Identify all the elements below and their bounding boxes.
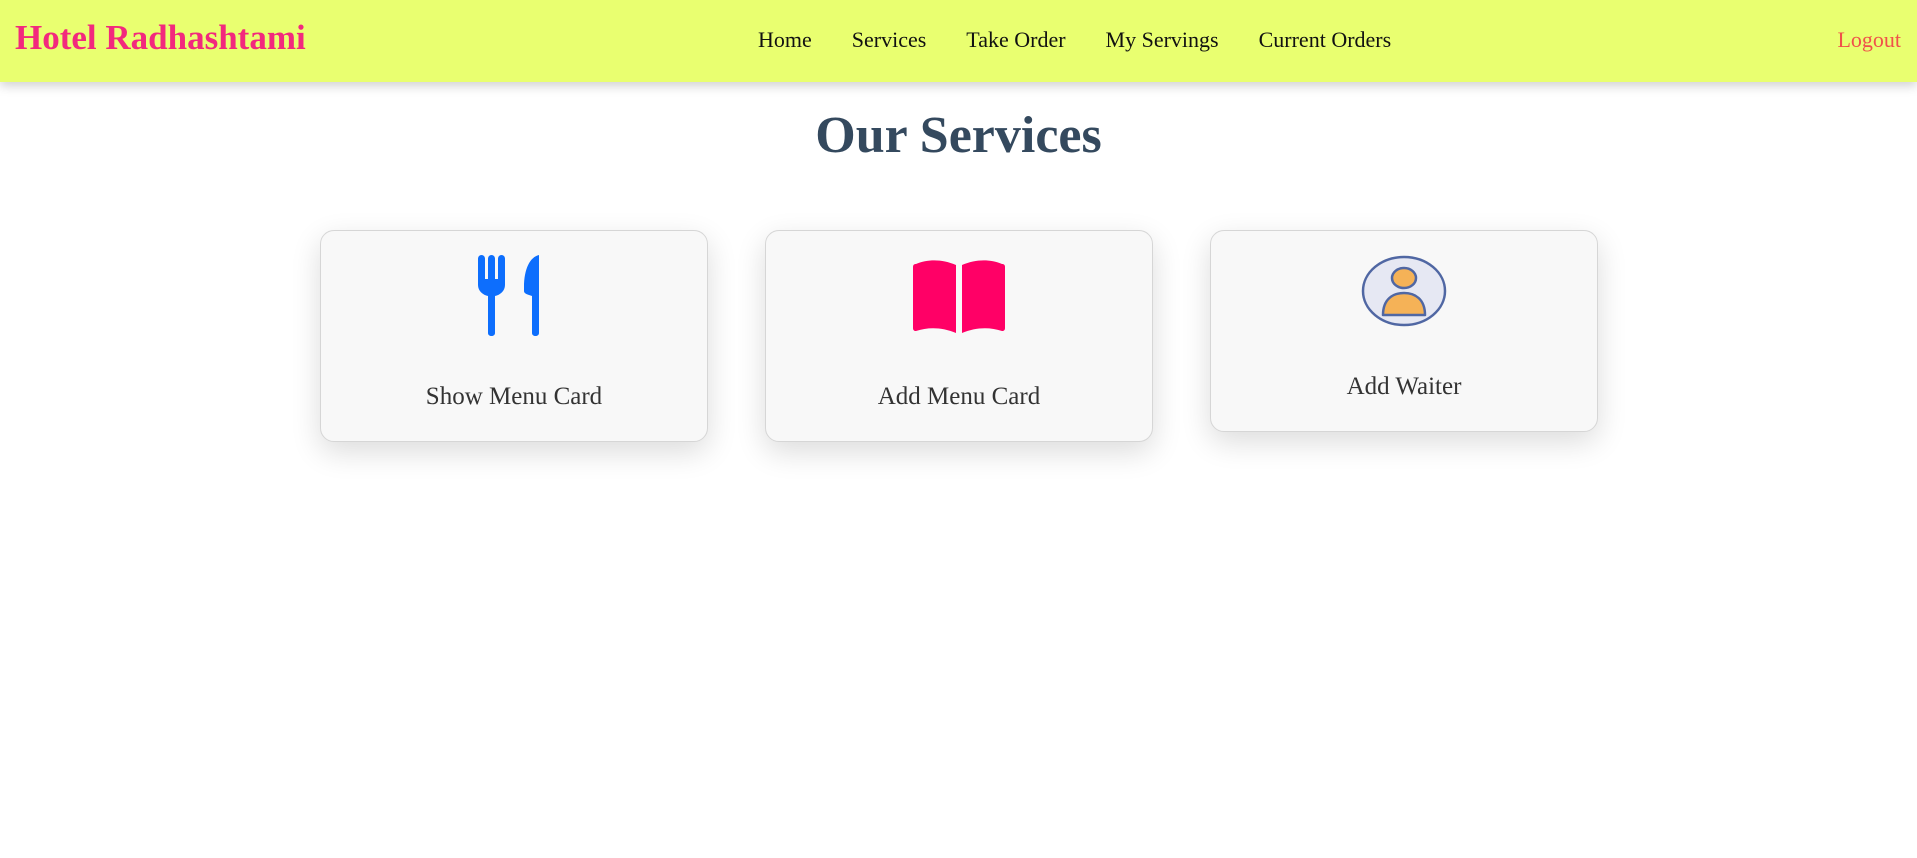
- show-menu-card-tile[interactable]: Show Menu Card: [320, 230, 708, 442]
- brand-title[interactable]: Hotel Radhashtami: [15, 18, 306, 58]
- person-avatar-icon: [1361, 255, 1447, 332]
- nav-current-orders-link[interactable]: Current Orders: [1259, 26, 1392, 54]
- show-menu-card-label: Show Menu Card: [425, 383, 603, 410]
- logout-link[interactable]: Logout: [1837, 26, 1901, 54]
- fork-knife-icon: [478, 255, 550, 342]
- main-nav: Home Services Take Order My Servings Cur…: [758, 26, 1391, 54]
- page-title: Our Services: [815, 107, 1102, 164]
- nav-services-link[interactable]: Services: [852, 26, 927, 54]
- open-book-icon: [913, 255, 1005, 342]
- add-waiter-label: Add Waiter: [1346, 373, 1462, 400]
- nav-take-order-link[interactable]: Take Order: [966, 26, 1065, 54]
- add-menu-card-tile[interactable]: Add Menu Card: [765, 230, 1153, 442]
- add-waiter-tile[interactable]: Add Waiter: [1210, 230, 1598, 432]
- nav-my-servings-link[interactable]: My Servings: [1106, 26, 1219, 54]
- top-navbar: Hotel Radhashtami Home Services Take Ord…: [0, 0, 1917, 82]
- add-menu-card-label: Add Menu Card: [877, 383, 1041, 410]
- nav-home-link[interactable]: Home: [758, 26, 812, 54]
